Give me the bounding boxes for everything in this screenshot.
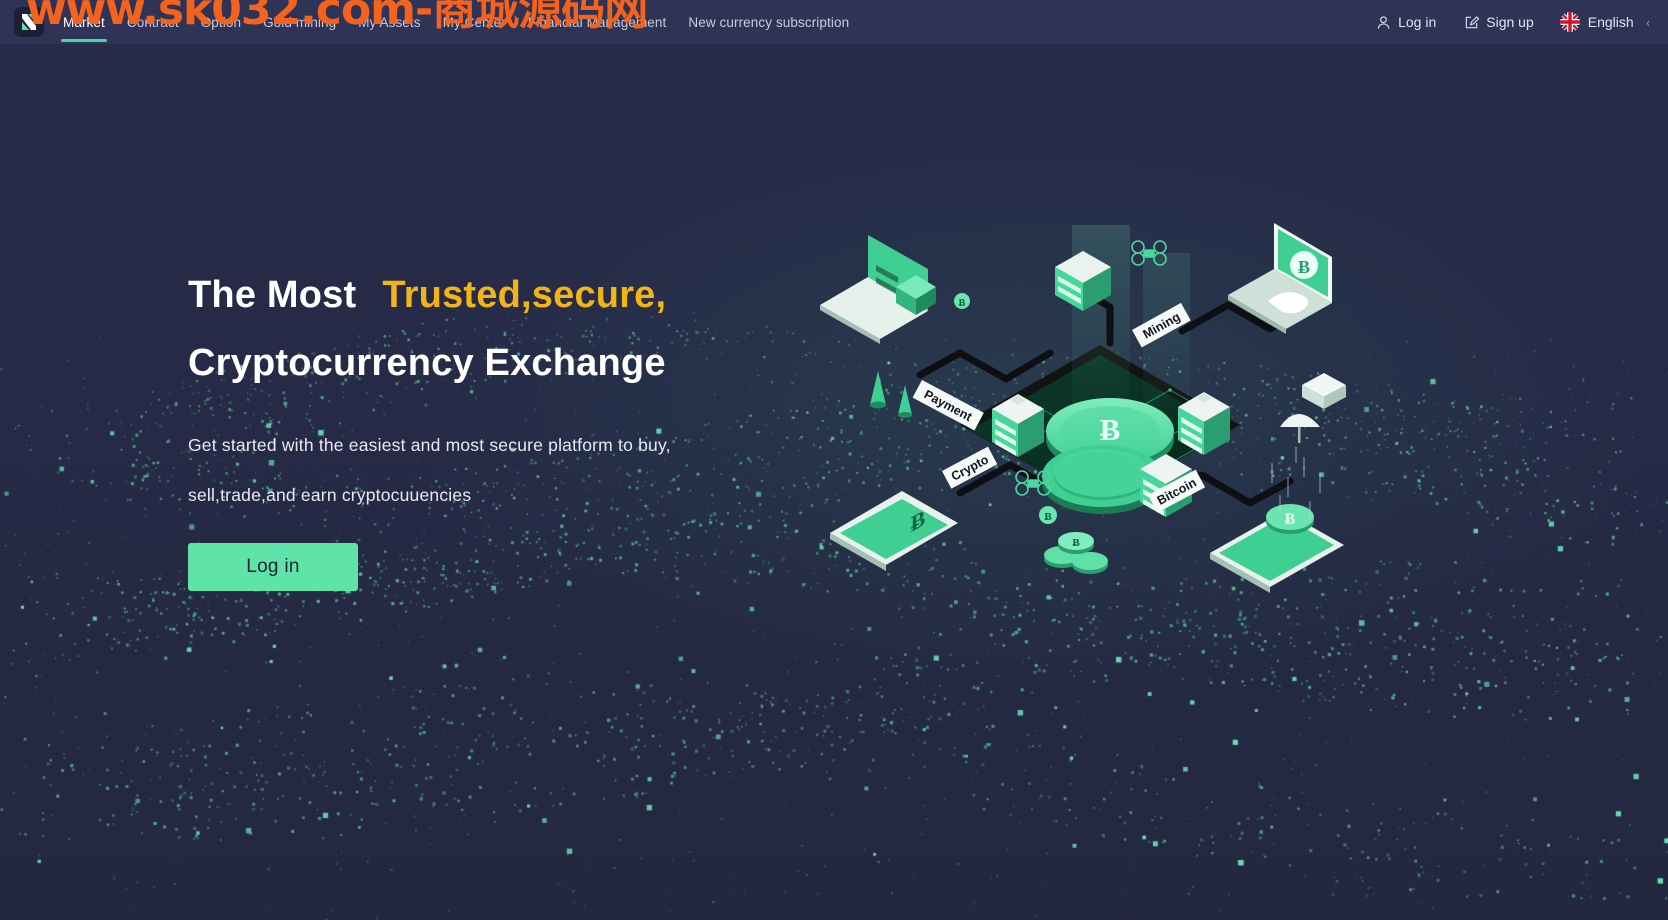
- nav-right-group: Log in Sign up English ‹: [1362, 0, 1668, 44]
- svg-text:Ƀ: Ƀ: [1285, 511, 1296, 528]
- svg-text:Ƀ: Ƀ: [1072, 537, 1080, 549]
- nav-menu: Market Contract Option Gold mining My As…: [52, 0, 860, 44]
- user-icon: [1376, 15, 1391, 30]
- page-title: The Most Trusted,secure, Cryptocurrency E…: [188, 262, 888, 397]
- svg-text:Ƀ: Ƀ: [1298, 257, 1310, 277]
- language-label: English: [1587, 14, 1634, 30]
- headline-accent: Trusted,secure,: [382, 274, 667, 316]
- uk-flag-icon: [1559, 12, 1580, 32]
- isometric-crypto-network-illustration: Ƀ Ƀ Ƀ Ƀ Ƀ Ƀ Ƀ Payment Mining Crypto Bitc…: [810, 223, 1390, 625]
- svg-text:Ƀ: Ƀ: [1100, 412, 1121, 447]
- login-label: Log in: [1398, 14, 1437, 30]
- nav-item-new-currency-subscription[interactable]: New currency subscription: [677, 0, 860, 44]
- headline-part-1: The Most: [188, 274, 357, 316]
- signup-button[interactable]: Sign up: [1450, 14, 1547, 30]
- hero-subtitle-line-2: sell,trade,and earn cryptocuuencies: [188, 485, 472, 506]
- nav-left-group: Market Contract Option Gold mining My As…: [0, 0, 860, 44]
- hero-subtitle: Get started with the easiest and most se…: [188, 421, 828, 521]
- hero-login-button[interactable]: Log in: [188, 543, 358, 591]
- svg-text:Ƀ: Ƀ: [1044, 511, 1052, 523]
- top-navigation-bar: Market Contract Option Gold mining My As…: [0, 0, 1668, 44]
- svg-text:Ƀ: Ƀ: [959, 298, 966, 309]
- site-logo[interactable]: [14, 7, 44, 37]
- login-button[interactable]: Log in: [1362, 14, 1450, 30]
- language-selector[interactable]: English ‹: [1548, 12, 1650, 32]
- hero-content: The Most Trusted,secure, Cryptocurrency E…: [188, 262, 888, 591]
- page-root: Ƀ Ƀ Ƀ Ƀ Ƀ Ƀ Ƀ Payment Mining Crypto Bitc…: [0, 0, 1668, 920]
- headline-line-2: Cryptocurrency Exchange: [188, 341, 666, 384]
- chevron-down-icon: ‹: [1646, 14, 1650, 30]
- hero-subtitle-line-1: Get started with the easiest and most se…: [188, 435, 671, 456]
- nav-item-my-center[interactable]: My Center: [432, 0, 517, 44]
- signup-label: Sign up: [1486, 14, 1534, 30]
- nav-item-option[interactable]: Option: [190, 0, 252, 44]
- nav-item-contract[interactable]: Contract: [116, 0, 190, 44]
- nav-item-financial-management[interactable]: Financial Management: [517, 0, 678, 44]
- nav-item-market[interactable]: Market: [52, 0, 116, 44]
- pencil-square-icon: [1464, 15, 1480, 30]
- nav-item-gold-mining[interactable]: Gold mining: [252, 0, 347, 44]
- nav-item-my-assets[interactable]: My Assets: [347, 0, 431, 44]
